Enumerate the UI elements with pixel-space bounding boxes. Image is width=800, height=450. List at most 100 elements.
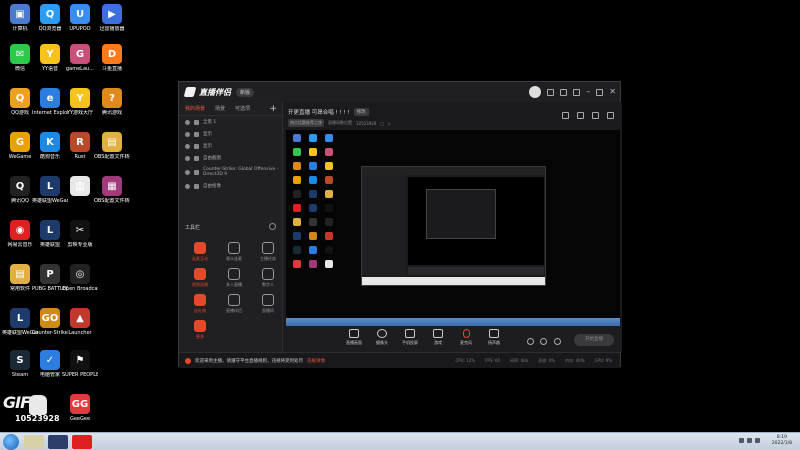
taskbar-netease-icon[interactable] bbox=[72, 435, 92, 449]
mic-button[interactable]: 麦克风 bbox=[454, 329, 478, 346]
tab-my-scene[interactable]: 我的场景 bbox=[185, 105, 205, 112]
steam-icon: S bbox=[10, 350, 30, 370]
desktop-icon[interactable]: ▶ 迅雷播放器 bbox=[94, 2, 130, 44]
speaker-button[interactable]: 扬声器 bbox=[482, 329, 506, 346]
desktop-icon[interactable]: ✂ 剪映专业版 bbox=[62, 218, 98, 260]
stat-item: 丢帧: 0% bbox=[538, 357, 556, 363]
tool-video-live[interactable]: 视频直播 bbox=[183, 266, 217, 292]
lock-icon[interactable] bbox=[194, 119, 199, 125]
user-avatar[interactable] bbox=[529, 86, 542, 98]
maximize-icon[interactable] bbox=[596, 88, 604, 96]
camera-button[interactable]: 摄像头 bbox=[370, 329, 394, 346]
menu-icon[interactable] bbox=[573, 88, 581, 96]
start-live-button[interactable]: 开始直播 bbox=[574, 334, 614, 346]
preview-icon bbox=[321, 133, 337, 147]
bell-tool-icon[interactable] bbox=[592, 112, 599, 119]
upupoo-icon: U bbox=[70, 4, 90, 24]
taskbar-lol-icon[interactable] bbox=[48, 435, 68, 449]
edit-title-button[interactable]: 修改 bbox=[353, 108, 369, 116]
share-icon[interactable]: ▷ bbox=[388, 121, 391, 126]
preview-icon bbox=[305, 133, 321, 147]
preview-icon-glyph bbox=[325, 148, 333, 156]
source-item[interactable]: 显示 bbox=[179, 128, 282, 140]
tray-flag-icon[interactable] bbox=[755, 438, 760, 443]
lock-icon[interactable] bbox=[194, 169, 199, 175]
timer-icon[interactable] bbox=[540, 338, 547, 345]
visibility-icon[interactable] bbox=[185, 119, 190, 125]
screen-button[interactable]: 直播画面 bbox=[342, 329, 366, 346]
desktop-icon[interactable]: R Rust bbox=[62, 130, 98, 172]
desktop-icon[interactable]: ▦ OBS配置文件转换.rar bbox=[94, 174, 130, 216]
visibility-icon[interactable] bbox=[185, 143, 190, 149]
source-list: 全景 1 显示 显示 自由截图 Counter-Strike: Global Offen… bbox=[179, 116, 282, 192]
desktop-icon[interactable]: D 斗鱼直播 bbox=[94, 42, 130, 84]
desktop-icon[interactable]: ⚑ SUPER PEOPLE CBT bbox=[62, 348, 98, 390]
record-icon[interactable] bbox=[527, 338, 534, 345]
topic-chip[interactable]: 热点话题推荐之旅 bbox=[288, 119, 324, 127]
desktop-icon[interactable]: GG GeeGee bbox=[62, 392, 98, 434]
visibility-icon[interactable] bbox=[185, 183, 190, 189]
desktop-icon[interactable]: ▲ Launcher bbox=[62, 306, 98, 348]
start-button[interactable] bbox=[3, 434, 19, 450]
clock[interactable]: 8:19 2022/1/8 bbox=[772, 435, 792, 447]
tool-audience[interactable]: 观众连麦 bbox=[217, 240, 251, 266]
tool-room[interactable]: 直播间 bbox=[251, 292, 285, 318]
source-item[interactable]: 全景 1 bbox=[179, 116, 282, 128]
tray-network-icon[interactable] bbox=[739, 438, 744, 443]
desktop-icon[interactable]: ▤ OBS配置文件转换 bbox=[94, 130, 130, 172]
tool-companion[interactable]: 直播伴侣 bbox=[217, 292, 251, 318]
tool-task[interactable]: 主播任务 bbox=[251, 240, 285, 266]
tool-digital[interactable]: 数字人 bbox=[251, 266, 285, 292]
desktop-icon[interactable]: Y YY游戏大厅 bbox=[62, 86, 98, 128]
phone-cast-button[interactable]: 手机投屏 bbox=[398, 329, 422, 346]
stream-preview[interactable] bbox=[286, 130, 620, 326]
message-icon[interactable] bbox=[547, 88, 555, 96]
tab-scene[interactable]: 场景 bbox=[215, 105, 225, 112]
tool-linkmic[interactable]: 连麦互动 bbox=[183, 240, 217, 266]
desktop-icon[interactable]: ▥ bbox=[62, 174, 98, 216]
lock-icon[interactable] bbox=[194, 143, 199, 149]
copy-icon[interactable]: ▢ bbox=[380, 121, 384, 126]
source-item[interactable]: 自由抠像 bbox=[179, 180, 282, 192]
version-badge[interactable]: 新版 bbox=[236, 87, 255, 97]
tray-volume-icon[interactable] bbox=[747, 438, 752, 443]
share-tool-icon[interactable] bbox=[607, 112, 614, 119]
tool-multi-live[interactable]: 多人直播 bbox=[217, 266, 251, 292]
desktop-icon[interactable]: ? 腾讯游戏 bbox=[94, 86, 130, 128]
room-icon bbox=[262, 294, 274, 306]
settings-gear-icon[interactable] bbox=[554, 338, 561, 345]
desktop-icon[interactable]: U UPUPOO bbox=[62, 2, 98, 44]
settings-icon[interactable] bbox=[560, 88, 568, 96]
layout-tool-icon[interactable] bbox=[577, 112, 584, 119]
tab-options[interactable]: 可选项 bbox=[235, 105, 250, 112]
gift-tool-icon[interactable] bbox=[562, 112, 569, 119]
toolbox-more-icon[interactable] bbox=[269, 223, 276, 230]
status-link[interactable]: 违规详情 bbox=[307, 358, 325, 364]
taskbar-explorer-icon[interactable] bbox=[24, 435, 44, 449]
tool-more[interactable]: 更多 bbox=[183, 318, 217, 344]
preview-icon bbox=[289, 203, 305, 217]
source-item[interactable]: Counter-Strike: Global Offensive - Direc… bbox=[179, 164, 282, 180]
lock-icon[interactable] bbox=[194, 183, 199, 189]
close-icon[interactable]: ✕ bbox=[609, 88, 616, 96]
game-button[interactable]: 游戏 bbox=[426, 329, 450, 346]
desktop-icon-label: gameLau... bbox=[66, 66, 94, 72]
desktop-icon[interactable]: GgameLau... bbox=[62, 42, 98, 84]
minimize-icon[interactable]: – bbox=[586, 88, 590, 96]
add-scene-icon[interactable]: + bbox=[269, 104, 277, 114]
lock-icon[interactable] bbox=[194, 155, 199, 161]
visibility-icon[interactable] bbox=[185, 155, 190, 161]
phone-label: 手机投屏 bbox=[402, 340, 418, 345]
title-bar[interactable]: 直播伴侣 新版 – ✕ bbox=[179, 82, 620, 102]
visibility-icon[interactable] bbox=[185, 169, 190, 175]
tool-gift[interactable]: 送礼物 bbox=[183, 292, 217, 318]
lock-icon[interactable] bbox=[194, 131, 199, 137]
preview-icon bbox=[305, 231, 321, 245]
scene-panel: 我的场景 场景 可选项 + 全景 1 显示 显示 自由截图 Counter-Strike… bbox=[179, 102, 283, 352]
preview-icon-glyph bbox=[309, 134, 317, 142]
desktop-icon[interactable]: ◎ Open Broadcast... bbox=[62, 262, 98, 304]
visibility-icon[interactable] bbox=[185, 131, 190, 137]
source-item[interactable]: 显示 bbox=[179, 140, 282, 152]
live-companion-window[interactable]: 直播伴侣 新版 – ✕ 我的场景 场景 可选项 + 全景 1 显示 显示 自由截图 Co… bbox=[178, 81, 622, 368]
source-item[interactable]: 自由截图 bbox=[179, 152, 282, 164]
